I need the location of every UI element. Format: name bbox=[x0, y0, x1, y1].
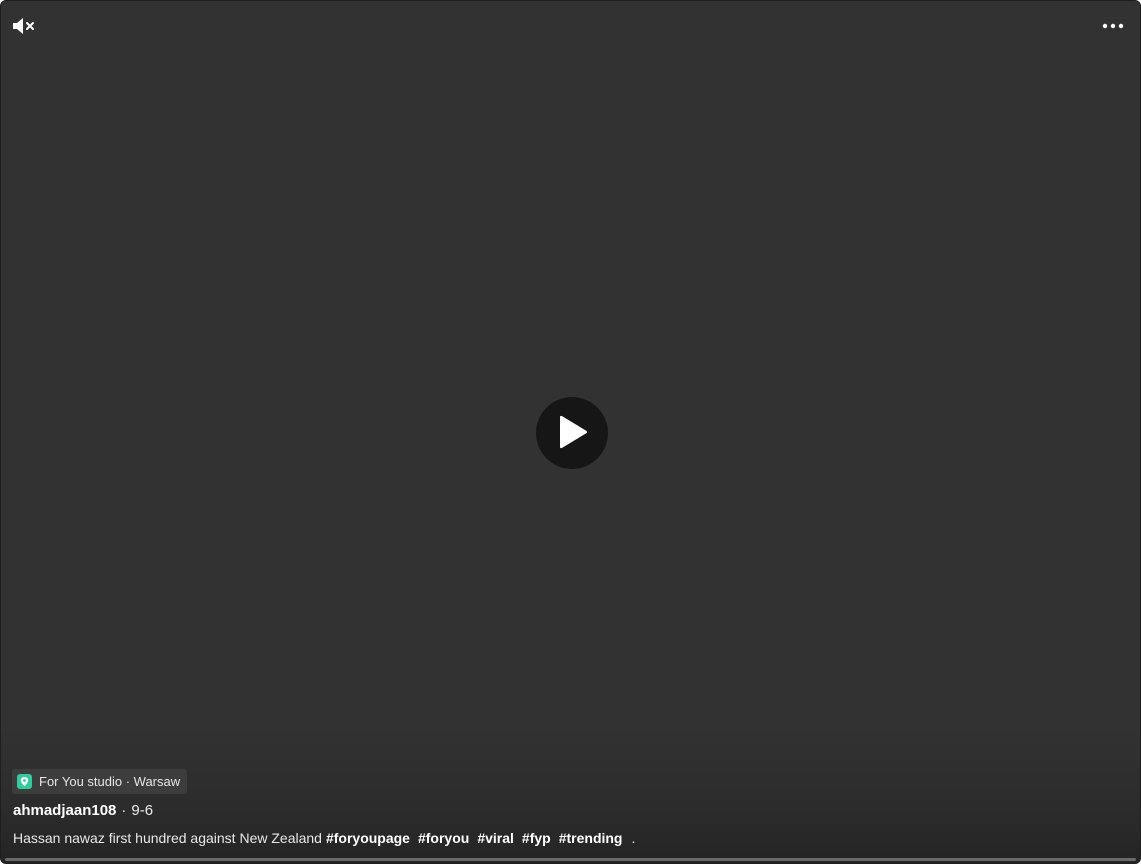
mute-button[interactable] bbox=[11, 14, 41, 38]
caption-tail: . bbox=[631, 830, 636, 846]
author-separator: · bbox=[121, 802, 127, 819]
post-date: 9-6 bbox=[131, 802, 154, 819]
location-label: For You studio · Warsaw bbox=[39, 774, 181, 789]
author-username[interactable]: ahmadjaan108 bbox=[13, 802, 116, 819]
map-pin-icon bbox=[17, 774, 32, 789]
caption-text: Hassan nawaz first hundred against New Z… bbox=[13, 830, 322, 846]
hashtag-link[interactable]: #viral bbox=[477, 830, 514, 846]
play-button[interactable] bbox=[536, 397, 608, 469]
speaker-muted-icon bbox=[13, 18, 34, 34]
video-caption: Hassan nawaz first hundred against New Z… bbox=[13, 830, 635, 846]
author-line: ahmadjaan108 · 9-6 bbox=[13, 802, 153, 819]
hashtag-link[interactable]: #trending bbox=[559, 830, 623, 846]
hashtag-link[interactable]: #foryou bbox=[418, 830, 469, 846]
play-icon bbox=[560, 415, 588, 449]
progress-bar[interactable] bbox=[5, 858, 1136, 861]
location-tag[interactable]: For You studio · Warsaw bbox=[12, 769, 188, 794]
hashtag-link[interactable]: #fyp bbox=[522, 830, 551, 846]
more-options-button[interactable] bbox=[1100, 16, 1126, 36]
hashtag-link[interactable]: #foryoupage bbox=[326, 830, 410, 846]
video-player[interactable]: For You studio · Warsaw ahmadjaan108 · 9… bbox=[0, 0, 1141, 864]
more-horizontal-icon bbox=[1102, 23, 1124, 29]
